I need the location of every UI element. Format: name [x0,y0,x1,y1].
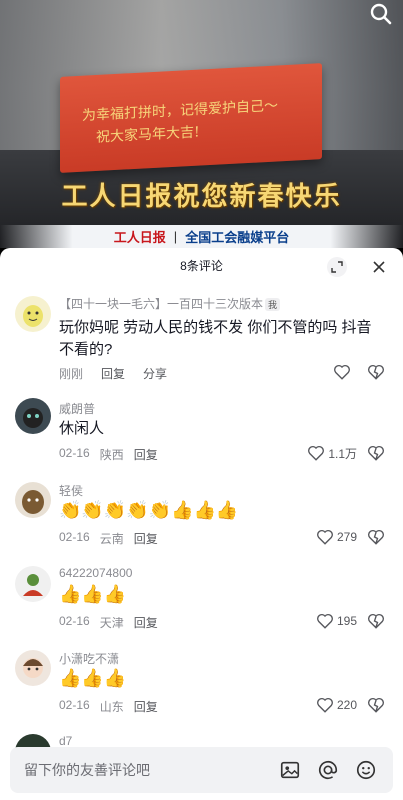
comment-time: 02-16 [59,698,90,712]
like-count: 220 [336,698,357,712]
like-count: 279 [336,530,357,544]
comment-text: 休闲人 [59,420,105,437]
heart-icon [334,364,350,380]
comment-username[interactable]: 64222074800 [59,566,132,580]
comment-text: 玩你妈呢 劳动人民的钱不发 你们不管的吗 抖音不看的? [59,319,372,358]
comment-header: 8条评论 [0,248,403,284]
reply-button[interactable]: 回复 [134,446,158,463]
comment-item: 小潇吃不潇 👍👍👍 02-16 山东 回复 220 [0,648,403,728]
comment-item: 64222074800 👍👍👍 02-16 天津 回复 195 [0,564,403,644]
comment-emojis: 👍👍👍 [59,668,127,688]
heart-icon [316,697,333,713]
avatar[interactable] [15,566,51,602]
reply-button[interactable]: 回复 [134,530,158,547]
like-button[interactable]: 1.1万 [307,444,357,462]
comment-emojis: 👍👍👍 [59,584,127,604]
comment-time: 02-16 [59,614,90,628]
comment-emojis: 👏👏👏👏👏👍👍👍 [59,500,239,520]
like-button[interactable] [333,363,351,381]
reply-button[interactable]: 回复 [134,614,158,631]
self-tag: 我 [265,298,281,311]
comment-location: 天津 [99,616,124,630]
comment-meta: 02-16 天津 回复 [59,614,158,631]
like-button[interactable]: 220 [316,696,357,714]
avatar[interactable] [15,482,51,518]
banner-separator: | [173,229,178,244]
dislike-icon[interactable] [367,363,385,381]
comment-time: 02-16 [59,530,90,544]
comment-sheet: 8条评论 【四十一块一毛六】一百四十三次版本我 玩你妈呢 劳动人民的钱不发 你们… [0,248,403,800]
mention-icon[interactable] [317,759,339,781]
expand-button[interactable] [327,257,347,277]
comment-meta: 刚刚 回复 分享 [59,365,167,382]
avatar[interactable] [15,734,51,748]
image-icon[interactable] [279,759,301,781]
comment-item: 威朗普 休闲人 02-16 陕西 回复 1.1万 [0,396,403,476]
avatar[interactable] [15,650,51,686]
comment-meta: 02-16 山东 回复 [59,698,158,715]
dislike-icon[interactable] [367,612,385,630]
comment-username[interactable]: 轻侯 [59,482,83,499]
reply-button[interactable]: 回复 [101,365,125,382]
comment-username[interactable]: 小潇吃不潇 [59,650,119,667]
comment-meta: 02-16 陕西 回复 [59,446,158,463]
source-banner: 工人日报 | 全国工会融媒平台 [0,225,403,248]
comment-username[interactable]: 威朗普 [59,400,95,417]
avatar[interactable] [15,296,51,332]
comment-username[interactable]: d7 [59,734,72,748]
search-icon[interactable] [369,2,393,26]
comment-meta: 02-16 云南 回复 [59,530,158,547]
brand-logo: 工人日报 [113,231,166,246]
close-icon [373,261,385,273]
expand-icon [331,261,343,273]
like-count: 1.1万 [328,446,357,461]
comment-item: d7 [0,732,403,748]
comment-input[interactable]: 留下你的友善评论吧 [24,760,279,780]
heart-icon [308,445,325,461]
like-count: 195 [336,614,357,628]
reply-button[interactable]: 回复 [134,698,158,715]
comment-location: 云南 [99,532,124,546]
comment-input-bar[interactable]: 留下你的友善评论吧 [10,747,393,793]
username-text: 【四十一块一毛六】一百四十三次版本 [59,297,264,311]
comment-time: 刚刚 [59,367,84,381]
comment-item: 轻侯 👏👏👏👏👏👍👍👍 02-16 云南 回复 279 [0,480,403,560]
heart-icon [316,529,333,545]
comment-location: 山东 [99,700,124,714]
video-caption: 工人日报祝您新春快乐 [61,182,342,212]
comment-username[interactable]: 【四十一块一毛六】一百四十三次版本我 [59,295,281,312]
comment-time: 02-16 [59,446,90,460]
dislike-icon[interactable] [367,528,385,546]
like-button[interactable]: 279 [316,528,357,546]
video-player[interactable]: 为幸福打拼时，记得爱护自己～ 祝大家马年大吉! 工人日报祝您新春快乐 工人日报 … [0,0,403,248]
comment-item: 【四十一块一毛六】一百四十三次版本我 玩你妈呢 劳动人民的钱不发 你们不管的吗 … [0,292,403,392]
comment-location: 陕西 [99,448,124,462]
share-button[interactable]: 分享 [143,365,167,382]
platform-name: 全国工会融媒平台 [185,230,290,245]
close-button[interactable] [369,257,389,277]
heart-icon [316,613,333,629]
avatar[interactable] [15,398,51,434]
like-button[interactable]: 195 [316,612,357,630]
emoji-icon[interactable] [355,759,377,781]
dislike-icon[interactable] [367,444,385,462]
dislike-icon[interactable] [367,696,385,714]
